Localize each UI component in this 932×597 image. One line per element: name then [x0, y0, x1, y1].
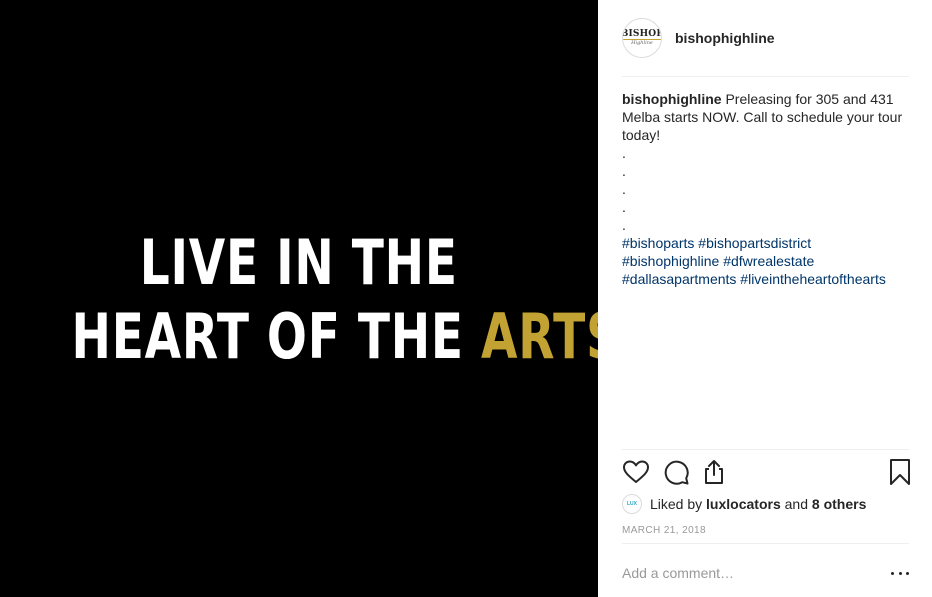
post-image[interactable]: LIVE IN THE HEART OF THE ARTS: [0, 0, 621, 597]
hashtag-list: #bishoparts #bishopartsdistrict #bishoph…: [622, 235, 886, 287]
hashtag-link[interactable]: #liveintheheartofthearts: [740, 271, 886, 287]
avatar-logo-name: BISHOP: [622, 29, 662, 40]
more-options-icon[interactable]: [891, 564, 909, 582]
image-text-white: HEART OF THE: [71, 300, 482, 373]
caption-dot: .: [622, 163, 626, 179]
username-link[interactable]: bishophighline: [675, 30, 775, 46]
hashtag-link[interactable]: #dallasapartments: [622, 271, 736, 287]
likes-summary: LUX Liked by luxlocators and 8 others: [622, 493, 866, 515]
avatar-logo-sub: Highline: [631, 40, 653, 46]
post-sidebar: BISHOP Highline bishophighline bishophig…: [598, 0, 932, 597]
divider: [622, 76, 909, 77]
caption-dot: .: [622, 181, 626, 197]
post-header: BISHOP Highline bishophighline: [622, 18, 909, 58]
bookmark-icon[interactable]: [886, 458, 914, 486]
heart-icon[interactable]: [622, 458, 650, 486]
caption-dot: .: [622, 217, 626, 233]
share-icon[interactable]: [700, 458, 728, 486]
post-date[interactable]: MARCH 21, 2018: [622, 525, 706, 536]
action-bar: [622, 458, 910, 486]
likes-others-link[interactable]: 8 others: [812, 496, 866, 512]
divider: [622, 543, 909, 544]
image-text-line1: LIVE IN THE: [139, 226, 458, 299]
comment-icon[interactable]: [662, 458, 690, 486]
hashtag-link[interactable]: #bishophighline: [622, 253, 719, 269]
comment-input[interactable]: Add a comment…: [622, 565, 891, 581]
divider: [622, 449, 909, 450]
caption-dot: .: [622, 199, 626, 215]
hashtag-link[interactable]: #bishopartsdistrict: [698, 235, 811, 251]
avatar[interactable]: BISHOP Highline: [622, 18, 662, 58]
caption-username[interactable]: bishophighline: [622, 91, 722, 107]
liker-avatar[interactable]: LUX: [622, 494, 642, 514]
hashtag-link[interactable]: #dfwrealestate: [723, 253, 814, 269]
caption: bishophighline Preleasing for 305 and 43…: [622, 90, 912, 288]
image-text-line2: HEART OF THE ARTS: [71, 300, 621, 374]
hashtag-link[interactable]: #bishoparts: [622, 235, 694, 251]
likes-prefix: Liked by: [650, 496, 703, 512]
likes-middle: and: [784, 496, 808, 512]
caption-dot: .: [622, 145, 626, 161]
comment-box: Add a comment…: [622, 564, 909, 582]
liker-username[interactable]: luxlocators: [706, 496, 781, 512]
post-image-text: LIVE IN THE HEART OF THE ARTS: [71, 226, 621, 374]
